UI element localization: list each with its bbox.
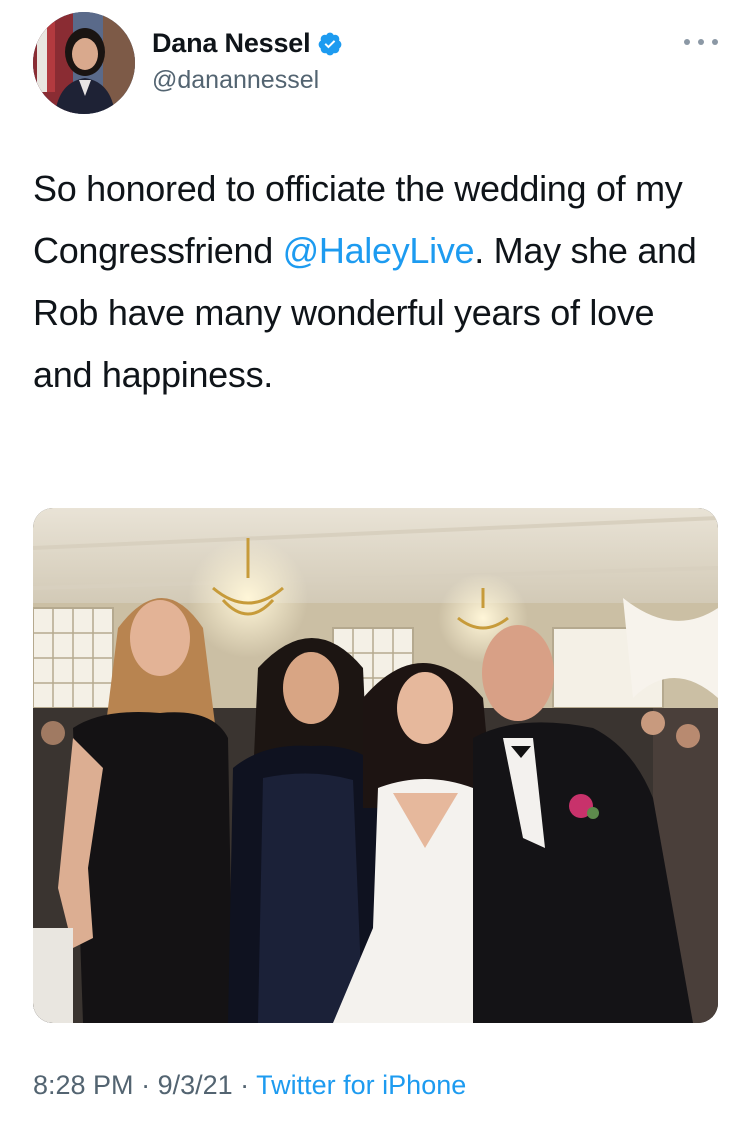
more-horizontal-icon (684, 39, 690, 45)
author-handle[interactable]: @danannessel (152, 66, 319, 95)
separator: · (232, 1070, 257, 1100)
tweet-meta: 8:28 PM · 9/3/21 · Twitter for iPhone (33, 1070, 466, 1101)
verified-badge-icon (317, 31, 343, 57)
more-horizontal-icon (698, 39, 704, 45)
tweet-date[interactable]: 9/3/21 (158, 1070, 233, 1100)
tweet-source-link[interactable]: Twitter for iPhone (256, 1070, 466, 1100)
more-horizontal-icon (712, 39, 718, 45)
mention-link[interactable]: @HaleyLive (283, 230, 475, 271)
tweet: Dana Nessel @danannessel So honored to o… (0, 0, 750, 1121)
more-options-button[interactable] (684, 34, 718, 50)
tweet-time[interactable]: 8:28 PM (33, 1070, 134, 1100)
profile-photo-icon (33, 12, 135, 114)
wedding-photo-icon (33, 508, 718, 1023)
separator: · (133, 1070, 158, 1100)
avatar[interactable] (33, 12, 135, 114)
tweet-text: So honored to officiate the wedding of m… (33, 158, 713, 406)
tweet-photo[interactable] (33, 508, 718, 1023)
author-name-row[interactable]: Dana Nessel (152, 28, 343, 59)
display-name[interactable]: Dana Nessel (152, 28, 311, 59)
